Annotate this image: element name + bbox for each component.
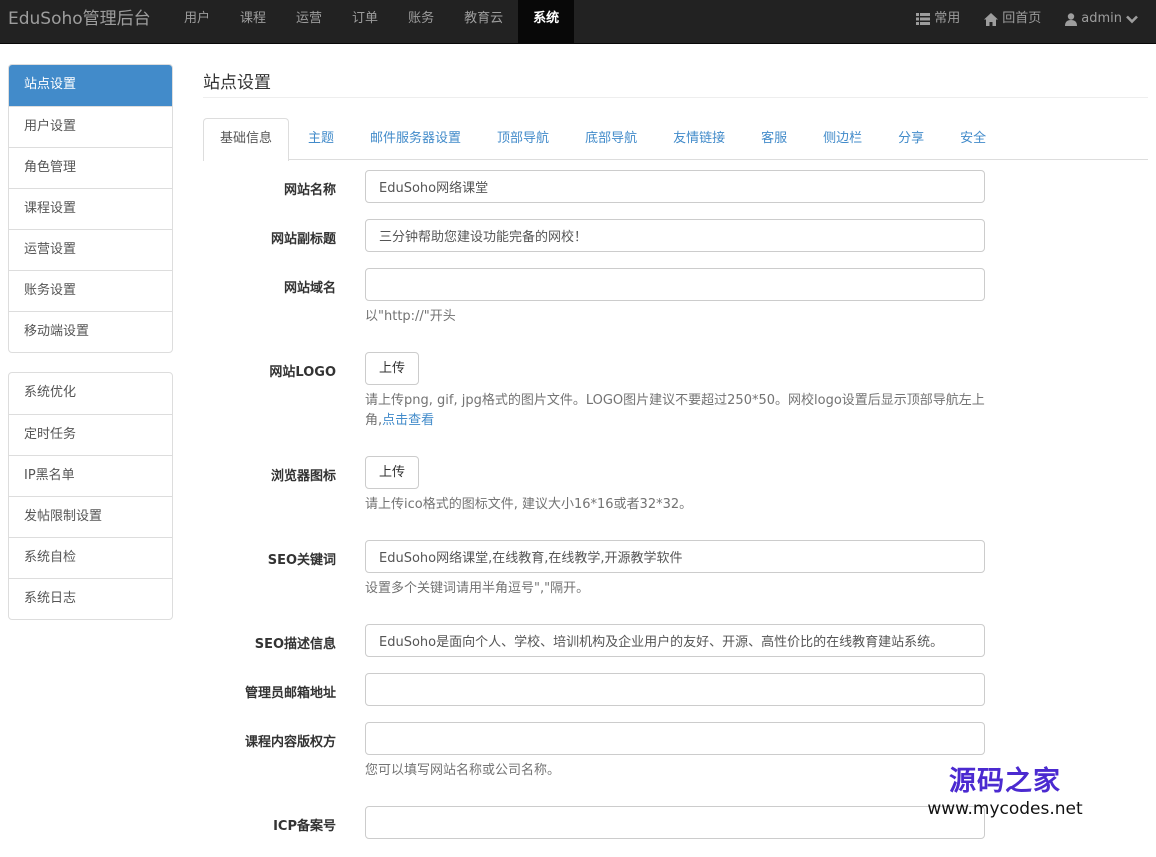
watermark-cn: 源码之家 xyxy=(949,766,1061,797)
admin-email-label: 管理员邮箱地址 xyxy=(244,686,336,701)
nav-item-system[interactable]: 系统 xyxy=(518,0,575,44)
tab-basic-info[interactable]: 基础信息 xyxy=(203,118,290,161)
watermark-url: www.mycodes.net xyxy=(927,799,1083,819)
site-subtitle-input[interactable] xyxy=(365,219,985,252)
tab-sidebar[interactable]: 侧边栏 xyxy=(806,118,879,160)
list-icon xyxy=(916,13,931,25)
page-title: 站点设置 xyxy=(203,73,271,93)
nav-item-users[interactable]: 用户 xyxy=(169,0,225,44)
site-name-label: 网站名称 xyxy=(283,183,336,198)
nav-item-edu-cloud[interactable]: 教育云 xyxy=(449,0,518,44)
copyright-label: 课程内容版权方 xyxy=(244,735,336,750)
user-icon xyxy=(1065,12,1078,26)
watermark: 源码之家 www.mycodes.net xyxy=(920,765,1090,819)
home-link[interactable]: 回首页 xyxy=(972,0,1053,38)
tab-theme[interactable]: 主题 xyxy=(291,118,351,160)
seo-keywords-input[interactable] xyxy=(365,540,985,573)
site-domain-label: 网站域名 xyxy=(283,281,336,296)
site-logo-help-text: 请上传png, gif, jpg格式的图片文件。LOGO图片建议不要超过250*… xyxy=(365,393,985,428)
tab-top-nav[interactable]: 顶部导航 xyxy=(480,118,566,160)
favicon-upload-button[interactable]: 上传 xyxy=(365,456,419,489)
title-divider xyxy=(203,97,1148,98)
chevron-down-icon xyxy=(1126,15,1138,23)
tab-share[interactable]: 分享 xyxy=(881,118,941,160)
sidebar-item-scheduled-tasks[interactable]: 定时任务 xyxy=(9,414,172,455)
copyright-input[interactable] xyxy=(365,722,985,755)
site-logo-help: 请上传png, gif, jpg格式的图片文件。LOGO图片建议不要超过250*… xyxy=(365,391,990,431)
settings-tabs: 基础信息 主题 邮件服务器设置 顶部导航 底部导航 友情链接 客服 侧边栏 分享… xyxy=(203,118,1148,161)
sidebar-item-ip-blacklist[interactable]: IP黑名单 xyxy=(9,455,172,496)
top-navbar: EduSoho管理后台 用户 课程 运营 订单 账务 教育云 系统 常用 回首页… xyxy=(0,0,1156,44)
seo-description-input[interactable] xyxy=(365,624,985,657)
site-name-input[interactable] xyxy=(365,170,985,203)
home-icon xyxy=(984,12,999,26)
nav-right: 常用 回首页 admin xyxy=(904,0,1150,44)
sidebar-item-finance-settings[interactable]: 账务设置 xyxy=(9,270,172,311)
tab-mail-server[interactable]: 邮件服务器设置 xyxy=(353,118,478,160)
favicon-label: 浏览器图标 xyxy=(270,469,336,484)
sidebar-item-site-settings[interactable]: 站点设置 xyxy=(9,65,172,106)
sidebar-item-mobile-settings[interactable]: 移动端设置 xyxy=(9,311,172,352)
tab-bottom-nav[interactable]: 底部导航 xyxy=(568,118,654,160)
site-domain-input[interactable] xyxy=(365,268,985,301)
nav-item-orders[interactable]: 订单 xyxy=(337,0,393,44)
user-label: admin xyxy=(1081,11,1122,26)
tab-security[interactable]: 安全 xyxy=(943,118,1003,160)
sidebar-item-operation-settings[interactable]: 运营设置 xyxy=(9,229,172,270)
sidebar-item-role-management[interactable]: 角色管理 xyxy=(9,147,172,188)
site-logo-label: 网站LOGO xyxy=(269,365,336,380)
nav-item-operations[interactable]: 运营 xyxy=(281,0,337,44)
sidebar-item-self-check[interactable]: 系统自检 xyxy=(9,537,172,578)
common-label: 常用 xyxy=(934,11,961,26)
sidebar-item-system-log[interactable]: 系统日志 xyxy=(9,578,172,619)
logo-upload-button[interactable]: 上传 xyxy=(365,352,419,385)
site-subtitle-label: 网站副标题 xyxy=(270,232,336,247)
common-menu[interactable]: 常用 xyxy=(904,0,972,38)
home-label: 回首页 xyxy=(1002,11,1042,26)
seo-keywords-help: 设置多个关键词请用半角逗号","隔开。 xyxy=(365,581,590,596)
user-menu[interactable]: admin xyxy=(1053,0,1150,38)
sidebar-group-settings: 站点设置 用户设置 角色管理 课程设置 运营设置 账务设置 移动端设置 xyxy=(8,64,173,353)
sidebar-item-course-settings[interactable]: 课程设置 xyxy=(9,188,172,229)
logo-preview-link[interactable]: 点击查看 xyxy=(382,413,434,428)
copyright-help: 您可以填写网站名称或公司名称。 xyxy=(365,763,561,778)
nav-item-finance[interactable]: 账务 xyxy=(393,0,449,44)
seo-description-label: SEO描述信息 xyxy=(254,637,336,652)
sidebar-item-user-settings[interactable]: 用户设置 xyxy=(9,106,172,147)
brand-logo[interactable]: EduSoho管理后台 xyxy=(8,0,151,44)
icp-label: ICP备案号 xyxy=(273,819,336,834)
seo-keywords-label: SEO关键词 xyxy=(267,553,336,568)
icp-input[interactable] xyxy=(365,806,985,839)
nav-item-courses[interactable]: 课程 xyxy=(225,0,281,44)
favicon-help: 请上传ico格式的图标文件, 建议大小16*16或者32*32。 xyxy=(365,497,693,512)
sidebar-group-system: 系统优化 定时任务 IP黑名单 发帖限制设置 系统自检 系统日志 xyxy=(8,372,173,620)
sidebar-item-post-limit[interactable]: 发帖限制设置 xyxy=(9,496,172,537)
sidebar-item-system-optimize[interactable]: 系统优化 xyxy=(9,373,172,414)
tab-customer-service[interactable]: 客服 xyxy=(744,118,804,160)
admin-email-input[interactable] xyxy=(365,673,985,706)
main-nav: 用户 课程 运营 订单 账务 教育云 系统 xyxy=(169,0,575,44)
site-domain-help: 以"http://"开头 xyxy=(365,309,456,324)
tab-friend-links[interactable]: 友情链接 xyxy=(656,118,742,160)
